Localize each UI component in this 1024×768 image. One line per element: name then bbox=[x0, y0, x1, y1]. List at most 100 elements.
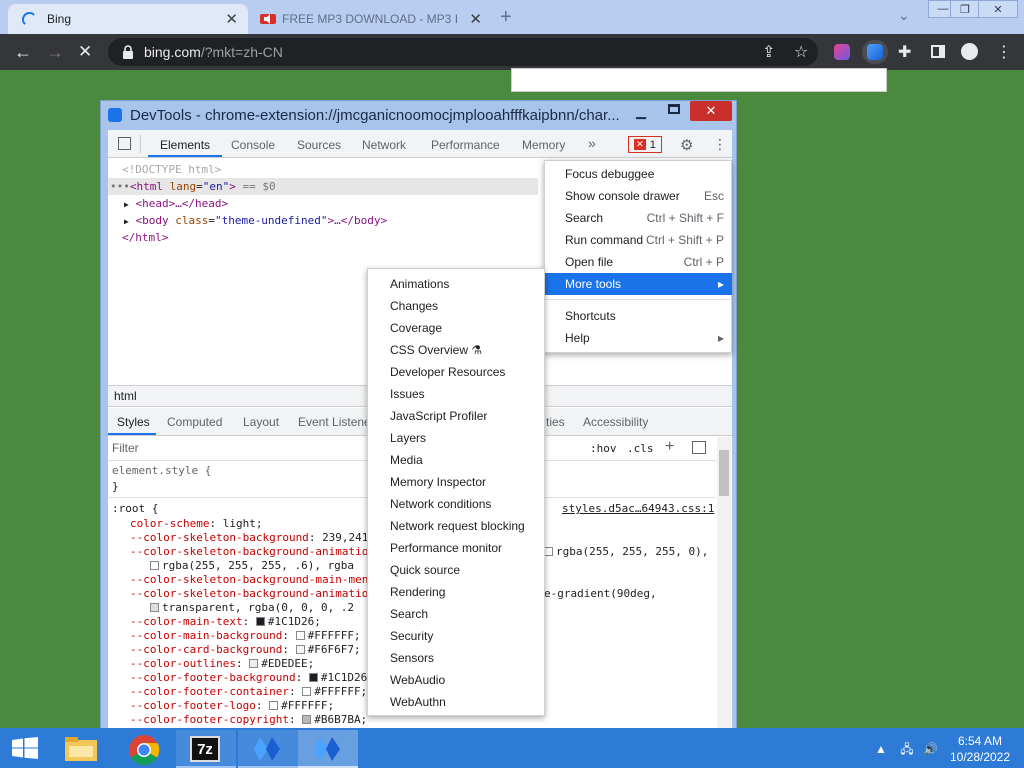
submenu-item-javascript-profiler[interactable]: JavaScript Profiler bbox=[367, 405, 545, 427]
kebab-menu-icon[interactable]: ⋮ bbox=[996, 42, 1012, 62]
style-line[interactable]: --color-skeleton-background-animatio bbox=[130, 545, 368, 559]
windows-start-icon[interactable] bbox=[12, 737, 38, 759]
puzzle-icon[interactable]: ✚ bbox=[898, 42, 911, 62]
restore-button[interactable]: ❐ bbox=[950, 0, 980, 18]
tab-bing[interactable]: Bing ✕ bbox=[8, 4, 248, 34]
menu-item-show-console-drawer[interactable]: Show console drawer Esc bbox=[544, 185, 732, 207]
close-icon[interactable]: ✕ bbox=[469, 10, 482, 28]
tab-elements[interactable]: Elements bbox=[160, 138, 210, 152]
tray-chevron-up-icon[interactable]: ▲ bbox=[875, 742, 887, 756]
tab-properties[interactable]: ties bbox=[546, 415, 565, 429]
submenu-item-quick-source[interactable]: Quick source bbox=[367, 559, 545, 581]
submenu-item-search[interactable]: Search bbox=[367, 603, 545, 625]
inspect-element-icon[interactable] bbox=[118, 137, 131, 150]
breadcrumb-html[interactable]: html bbox=[114, 389, 137, 403]
extension-icon[interactable] bbox=[867, 44, 883, 60]
color-swatch-icon[interactable] bbox=[295, 645, 305, 654]
tab-computed[interactable]: Computed bbox=[167, 415, 222, 429]
style-line[interactable]: --color-skeleton-background-main-men bbox=[130, 573, 368, 587]
style-line[interactable]: --color-footer-copyright: #B6B7BA; bbox=[130, 713, 367, 727]
submenu-item-network-request-blocking[interactable]: Network request blocking bbox=[367, 515, 545, 537]
color-swatch-icon[interactable] bbox=[308, 673, 318, 682]
taskbar-extension-b[interactable] bbox=[298, 730, 358, 768]
devtools-minimize-button[interactable]: ▁ bbox=[636, 104, 646, 120]
style-line[interactable]: --color-outlines: #EDEDEE; bbox=[130, 657, 314, 671]
menu-item-open-file[interactable]: Open file Ctrl + P bbox=[544, 251, 732, 273]
style-line[interactable]: --color-main-text: #1C1D26; bbox=[130, 615, 321, 629]
root-selector[interactable]: :root { bbox=[112, 502, 158, 516]
taskbar-7zip[interactable]: 7z bbox=[176, 730, 236, 768]
dom-html-end[interactable]: </html> bbox=[122, 229, 168, 246]
forward-arrow-icon[interactable]: → bbox=[46, 42, 64, 63]
menu-item-run-command[interactable]: Run command Ctrl + Shift + P bbox=[544, 229, 732, 251]
dom-doctype[interactable]: <!DOCTYPE html> bbox=[122, 161, 221, 178]
element-style-selector[interactable]: element.style { bbox=[112, 464, 211, 478]
tab-sources[interactable]: Sources bbox=[297, 138, 341, 152]
color-swatch-icon[interactable] bbox=[255, 617, 265, 626]
menu-item-help[interactable]: Help ▸ bbox=[544, 327, 732, 349]
submenu-item-media[interactable]: Media bbox=[367, 449, 545, 471]
style-line[interactable]: color-scheme: light; bbox=[130, 517, 262, 531]
close-icon[interactable]: ✕ bbox=[225, 10, 238, 28]
tab-event-listeners[interactable]: Event Listene bbox=[298, 415, 371, 429]
taskbar-clock[interactable]: 6:54 AM 10/28/2022 bbox=[940, 733, 1020, 765]
volume-icon[interactable]: 🔊 bbox=[923, 742, 938, 756]
submenu-item-webauthn[interactable]: WebAuthn bbox=[367, 691, 545, 713]
submenu-item-developer-resources[interactable]: Developer Resources bbox=[367, 361, 545, 383]
extension-icon[interactable] bbox=[834, 44, 850, 60]
scrollbar-thumb[interactable] bbox=[719, 450, 729, 496]
dom-html-row[interactable]: •••<html lang="en"> == $0 bbox=[108, 178, 538, 195]
expand-triangle-icon[interactable]: ▶ bbox=[124, 217, 129, 226]
submenu-item-issues[interactable]: Issues bbox=[367, 383, 545, 405]
expand-triangle-icon[interactable]: ▶ bbox=[124, 200, 129, 209]
star-icon[interactable]: ☆ bbox=[794, 42, 808, 62]
style-line[interactable]: transparent, rgba(0, 0, 0, .2 bbox=[150, 601, 354, 615]
style-line[interactable]: --color-skeleton-background-animatio bbox=[130, 587, 368, 601]
devtools-menu-icon[interactable]: ⋮ bbox=[713, 136, 727, 153]
error-badge[interactable]: ✕ 1 bbox=[628, 136, 662, 153]
submenu-item-rendering[interactable]: Rendering bbox=[367, 581, 545, 603]
dom-head-row[interactable]: ▶ <head>…</head> bbox=[124, 195, 228, 212]
close-window-button[interactable]: ✕ bbox=[978, 0, 1018, 18]
tab-styles[interactable]: Styles bbox=[117, 415, 150, 429]
stop-icon[interactable]: ✕ bbox=[78, 42, 92, 62]
color-swatch-icon[interactable] bbox=[302, 715, 312, 724]
submenu-item-animations[interactable]: Animations bbox=[367, 273, 545, 295]
back-arrow-icon[interactable]: ← bbox=[14, 42, 32, 63]
submenu-item-performance-monitor[interactable]: Performance monitor bbox=[367, 537, 545, 559]
tab-console[interactable]: Console bbox=[231, 138, 275, 152]
color-swatch-icon[interactable] bbox=[150, 603, 159, 612]
taskbar-chrome[interactable] bbox=[116, 730, 176, 768]
submenu-item-security[interactable]: Security bbox=[367, 625, 545, 647]
computed-sidebar-icon[interactable] bbox=[692, 441, 706, 454]
submenu-item-memory-inspector[interactable]: Memory Inspector bbox=[367, 471, 545, 493]
submenu-item-coverage[interactable]: Coverage bbox=[367, 317, 545, 339]
stylesheet-source-link[interactable]: styles.d5ac…64943.css:1 bbox=[562, 502, 714, 515]
tab-accessibility[interactable]: Accessibility bbox=[583, 415, 648, 429]
cls-toggle[interactable]: .cls bbox=[627, 442, 654, 455]
plus-icon[interactable]: + bbox=[665, 438, 674, 456]
gear-icon[interactable]: ⚙ bbox=[680, 136, 693, 154]
tab-memory[interactable]: Memory bbox=[522, 138, 565, 152]
style-line[interactable]: --color-main-background: #FFFFFF; bbox=[130, 629, 361, 643]
network-icon[interactable]: 🖧 bbox=[900, 742, 913, 756]
submenu-item-webaudio[interactable]: WebAudio bbox=[367, 669, 545, 691]
devtools-maximize-button[interactable] bbox=[668, 104, 680, 114]
menu-item-more-tools[interactable]: More tools ▸ bbox=[544, 273, 732, 295]
submenu-item-sensors[interactable]: Sensors bbox=[367, 647, 545, 669]
menu-item-search[interactable]: Search Ctrl + Shift + F bbox=[544, 207, 732, 229]
devtools-close-button[interactable]: ✕ bbox=[690, 101, 732, 121]
side-panel-icon[interactable] bbox=[931, 45, 945, 58]
color-swatch-icon[interactable] bbox=[150, 561, 159, 570]
color-swatch-icon[interactable] bbox=[249, 659, 259, 668]
style-line[interactable]: --color-skeleton-background: 239,241 bbox=[130, 531, 368, 545]
file-explorer-icon[interactable] bbox=[64, 736, 98, 762]
menu-item-focus-debuggee[interactable]: Focus debuggee bbox=[544, 163, 732, 185]
color-swatch-icon[interactable] bbox=[544, 547, 553, 556]
style-line[interactable]: --color-card-background: #F6F6F7; bbox=[130, 643, 361, 657]
submenu-item-layers[interactable]: Layers bbox=[367, 427, 545, 449]
tab-performance[interactable]: Performance bbox=[431, 138, 500, 152]
avatar[interactable] bbox=[961, 43, 978, 60]
style-line[interactable]: --color-footer-logo: #FFFFFF; bbox=[130, 699, 334, 713]
color-swatch-icon[interactable] bbox=[302, 687, 312, 696]
